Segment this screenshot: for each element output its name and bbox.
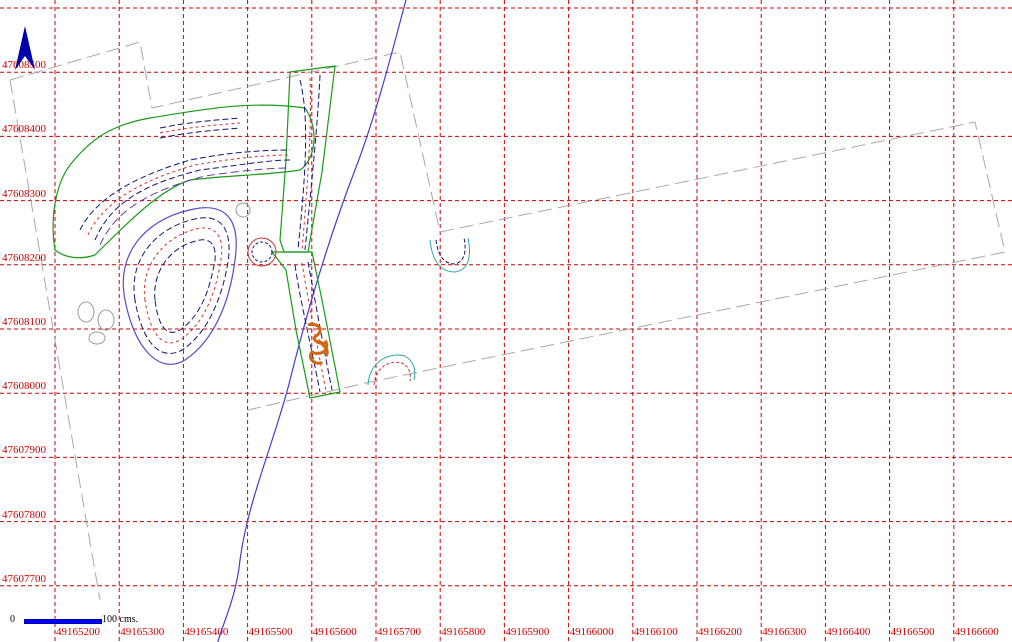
river-line bbox=[217, 0, 407, 642]
x-axis-label: 49166500 bbox=[890, 626, 935, 638]
x-axis-label: 49165500 bbox=[248, 626, 293, 638]
x-axis-label: 49165800 bbox=[441, 626, 486, 638]
y-axis-label: 47607700 bbox=[2, 572, 46, 585]
small-features bbox=[77, 202, 470, 386]
y-axis-label: 47608200 bbox=[2, 251, 46, 264]
boundary-east bbox=[247, 121, 1006, 411]
grid-lines bbox=[0, 0, 1012, 642]
pond-contours bbox=[122, 207, 237, 365]
x-axis-label: 49165400 bbox=[184, 626, 229, 638]
y-axis-label: 47608000 bbox=[2, 380, 46, 393]
x-axis-label: 49165700 bbox=[377, 626, 421, 638]
contour-lines bbox=[79, 74, 333, 393]
x-axis-label: 49166200 bbox=[698, 626, 742, 638]
x-axis-label: 49165600 bbox=[312, 626, 357, 638]
scale-zero-label: 0 bbox=[10, 614, 15, 625]
green-outline-features bbox=[52, 65, 341, 399]
x-axis-label: 49166100 bbox=[633, 626, 678, 638]
y-axis-label: 47608300 bbox=[2, 187, 46, 200]
y-axis-label: 47607800 bbox=[2, 508, 46, 521]
y-axis-label: 47608100 bbox=[2, 316, 46, 328]
scale-unit-label: 100 cms. bbox=[102, 614, 139, 625]
north-arrow-icon bbox=[15, 26, 35, 70]
scale-bar-graphic bbox=[24, 619, 102, 624]
y-axis-label: 47608400 bbox=[2, 123, 46, 136]
x-axis-label: 49166400 bbox=[826, 626, 871, 638]
x-axis-label: 49166300 bbox=[762, 626, 807, 638]
x-axis-label: 49165900 bbox=[505, 626, 550, 638]
y-axis-label: 47607900 bbox=[2, 444, 46, 457]
scale-bar: 0 100 cms. bbox=[10, 614, 170, 628]
map-canvas[interactable] bbox=[0, 0, 1012, 642]
boundary-polygons bbox=[9, 41, 1006, 601]
x-axis-label: 49166600 bbox=[954, 626, 999, 638]
orange-feature bbox=[307, 322, 329, 365]
x-axis-label: 49166000 bbox=[569, 626, 614, 638]
